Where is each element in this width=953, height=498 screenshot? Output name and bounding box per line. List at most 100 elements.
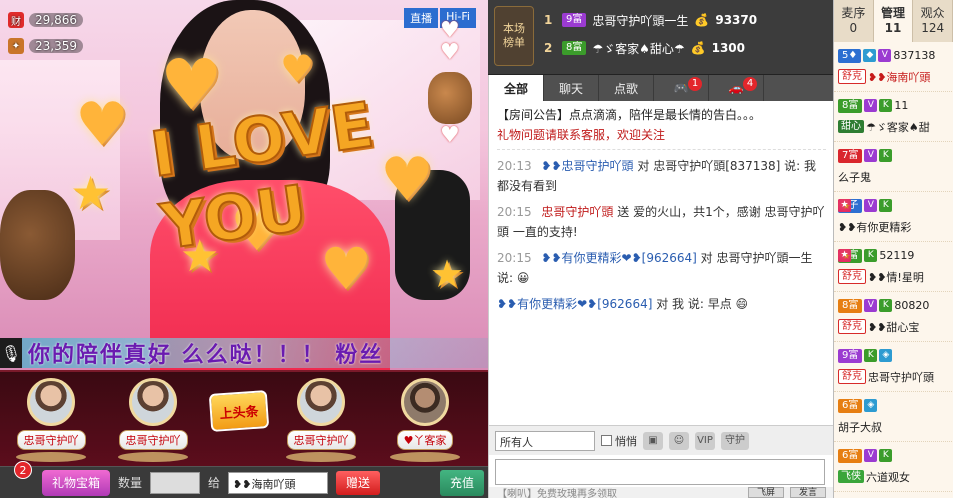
tab-game[interactable]: 🎮 1 bbox=[654, 75, 709, 101]
fly-screen-button[interactable]: 飞屏 bbox=[747, 487, 784, 498]
private-checkbox[interactable]: 悄悄 bbox=[601, 433, 637, 449]
rank-user-name[interactable]: ☂ゞ客家♠甜心☂ bbox=[592, 40, 684, 57]
rank-row-2[interactable]: 2 8富 ☂ゞ客家♠甜心☂ 💰 1300 bbox=[544, 36, 745, 60]
vip-emoji-button[interactable]: VIP bbox=[695, 431, 715, 450]
emoji-icon[interactable]: ☺ bbox=[669, 431, 689, 450]
headline-button[interactable]: 上头条 bbox=[208, 390, 270, 432]
live-room: 财 29,866 ✦ 23,359 直播 Hi-Fi ♥ ♥ ♥ ♥ ♥ ♥ ♥… bbox=[0, 0, 953, 498]
user-item[interactable]: 9子VK★★ ❥❥有你更精彩 bbox=[834, 192, 953, 242]
tab-all[interactable]: 全部 bbox=[489, 75, 544, 101]
gift-box-button[interactable]: 礼物宝箱 bbox=[42, 469, 111, 496]
tab-chat[interactable]: 聊天 bbox=[544, 75, 599, 101]
guard-button[interactable]: 守护 bbox=[721, 431, 749, 450]
level-badge: 5♦ bbox=[838, 48, 862, 63]
user-tag: 舒克 bbox=[838, 369, 866, 384]
gift-bar: 2 礼物宝箱 数量 给 ❥❥海南吖頭 赠送 充值 bbox=[0, 461, 488, 498]
send-chat-button[interactable]: 发言 bbox=[789, 487, 826, 498]
user-tabs: 麦序 0 管理 11 观众 124 bbox=[834, 0, 953, 42]
chat-input[interactable] bbox=[495, 459, 825, 485]
wealth-icon: 财 bbox=[8, 12, 24, 28]
chat-user[interactable]: ❥❥有你更精彩❤❥[962664] bbox=[541, 251, 696, 265]
seat-3[interactable]: 忠哥守护吖 bbox=[276, 378, 366, 464]
notification-badge[interactable]: 2 bbox=[14, 461, 32, 479]
user-tag: 舒克 bbox=[838, 319, 866, 334]
announcement-warning: 礼物问题请联系客服，欢迎关注 bbox=[497, 128, 666, 142]
rank-tab[interactable]: 本场 榜单 bbox=[494, 6, 534, 66]
seat-name: ♥丫客家 bbox=[396, 430, 454, 450]
microphone-icon[interactable]: 🎙 bbox=[0, 338, 22, 368]
quantity-input[interactable] bbox=[150, 471, 201, 494]
teddy-bear-large bbox=[0, 190, 75, 300]
user-nick: ☂ゞ客家♠甜 bbox=[866, 120, 930, 134]
tab-label: 聊天 bbox=[558, 81, 583, 96]
avatar[interactable] bbox=[297, 378, 345, 426]
image-icon[interactable]: ▣ bbox=[643, 431, 663, 450]
k-icon: K bbox=[879, 199, 893, 212]
rank-tab-label-1: 本场 bbox=[503, 22, 525, 35]
video-stream[interactable]: 财 29,866 ✦ 23,359 直播 Hi-Fi ♥ ♥ ♥ ♥ ♥ ♥ ♥… bbox=[0, 0, 488, 370]
footer-tip[interactable]: 【喇叭】免费玫瑰再多领取 bbox=[497, 487, 617, 498]
user-tag: 舒克 bbox=[838, 269, 866, 284]
car-icon: 🚗 bbox=[728, 81, 744, 95]
user-item[interactable]: 7富 V K 么子鬼 bbox=[834, 142, 953, 192]
user-list[interactable]: 5♦ ◆ V 837138 舒克 ❥❥海南吖頭 8富 V K 11 甜心 ☂ゞ客家♠甜 7富 V K… bbox=[834, 42, 953, 498]
user-item[interactable]: 8富 V K 80820 舒克 ❥❥甜心宝 bbox=[834, 292, 953, 342]
level-badge: 7富 bbox=[838, 148, 863, 163]
user-item[interactable]: 9富 K ◈ 舒克 忠哥守护吖頭 bbox=[834, 342, 953, 392]
star-icon: ★ bbox=[70, 166, 112, 220]
diamond-icon: ◆ bbox=[863, 49, 877, 62]
seat-base bbox=[390, 452, 460, 462]
rank-bar: 本场 榜单 1 9富 忠哥守护吖頭一生 💰 93370 2 8富 ☂ゞ客家♠甜心… bbox=[488, 0, 833, 75]
tab-car[interactable]: 🚗 4 bbox=[709, 75, 764, 101]
rank-user-name[interactable]: 忠哥守护吖頭一生 bbox=[592, 12, 688, 29]
rank-amount: 1300 bbox=[711, 41, 746, 55]
user-item[interactable]: 6富 ◈ 胡子大叔 bbox=[834, 392, 953, 442]
level-badge: 8富 bbox=[838, 298, 863, 313]
seat-2[interactable]: 忠哥守护吖 bbox=[108, 378, 198, 464]
user-item[interactable]: 8富 V K 11 甜心 ☂ゞ客家♠甜 bbox=[834, 92, 953, 142]
chat-line: ❥❥有你更精彩❤❥[962664] 对 我 说: 早点 😄 bbox=[497, 294, 826, 314]
chat-footer: 【喇叭】免费玫瑰再多领取 飞屏 发言 bbox=[489, 487, 834, 498]
user-id: 52119 bbox=[879, 249, 915, 262]
avatar[interactable] bbox=[27, 378, 75, 426]
tab-badge: 1 bbox=[688, 77, 702, 91]
vip-icon: V bbox=[864, 299, 878, 312]
chat-user[interactable]: ❥❥忠哥守护吖頭 bbox=[541, 159, 633, 173]
heart-icon: ♥ bbox=[75, 90, 129, 160]
chat-line: 20:15 ❥❥有你更精彩❤❥[962664] 对 忠哥守护吖頭一生 说: 😀 bbox=[497, 248, 826, 288]
seat-4[interactable]: ♥丫客家 bbox=[380, 378, 470, 464]
avatar[interactable] bbox=[401, 378, 449, 426]
user-tag: 飞侠 bbox=[838, 470, 864, 483]
avatar[interactable] bbox=[129, 378, 177, 426]
live-badge[interactable]: 直播 bbox=[404, 8, 439, 28]
heart-icon: ♥ bbox=[280, 47, 315, 91]
star-icon: ★ bbox=[838, 249, 851, 262]
user-item[interactable]: 5♦ ◆ V 837138 舒克 ❥❥海南吖頭 bbox=[834, 42, 953, 92]
tab-audience[interactable]: 观众 124 bbox=[913, 0, 953, 42]
send-gift-button[interactable]: 赠送 bbox=[336, 470, 381, 495]
heart-icon: ♥ bbox=[320, 235, 372, 303]
star-icon: ★ bbox=[430, 252, 465, 296]
rank-row-1[interactable]: 1 9富 忠哥守护吖頭一生 💰 93370 bbox=[544, 8, 757, 32]
user-nick: 么子鬼 bbox=[838, 170, 871, 184]
recipient-select[interactable]: ❥❥海南吖頭 bbox=[228, 471, 329, 494]
chat-messages[interactable]: 【房间公告】点点滴滴，陪伴是最长情的告白。。。 礼物问题请联系客服，欢迎关注 2… bbox=[489, 101, 834, 425]
user-item[interactable]: 8富K★52119 舒克❥❥情!星明 bbox=[834, 242, 953, 292]
chat-target-select[interactable]: 所有人 bbox=[495, 430, 595, 451]
tab-admin[interactable]: 管理 11 bbox=[873, 0, 914, 42]
chat-user[interactable]: ❥❥有你更精彩❤❥[962664] bbox=[497, 297, 652, 311]
shield-icon: ◈ bbox=[879, 349, 893, 362]
chat-tabs: 全部 聊天 点歌 🎮 1 🚗 4 bbox=[489, 75, 833, 101]
user-item[interactable]: 6富 V K 飞侠 六道观女 bbox=[834, 442, 953, 492]
star-icon: ★ bbox=[838, 199, 851, 212]
tab-song[interactable]: 点歌 bbox=[599, 75, 654, 101]
k-icon: K bbox=[879, 99, 893, 112]
seat-1[interactable]: 忠哥守护吖 bbox=[6, 378, 96, 464]
checkbox-box[interactable] bbox=[601, 435, 612, 446]
chat-user[interactable]: 忠哥守护吖頭 bbox=[541, 205, 613, 219]
tab-mic-queue[interactable]: 麦序 0 bbox=[834, 0, 874, 42]
private-label: 悄悄 bbox=[615, 434, 637, 448]
gift-points-value: 23,359 bbox=[29, 39, 83, 53]
vip-icon: V bbox=[864, 149, 878, 162]
recharge-button[interactable]: 充值 bbox=[439, 469, 484, 496]
